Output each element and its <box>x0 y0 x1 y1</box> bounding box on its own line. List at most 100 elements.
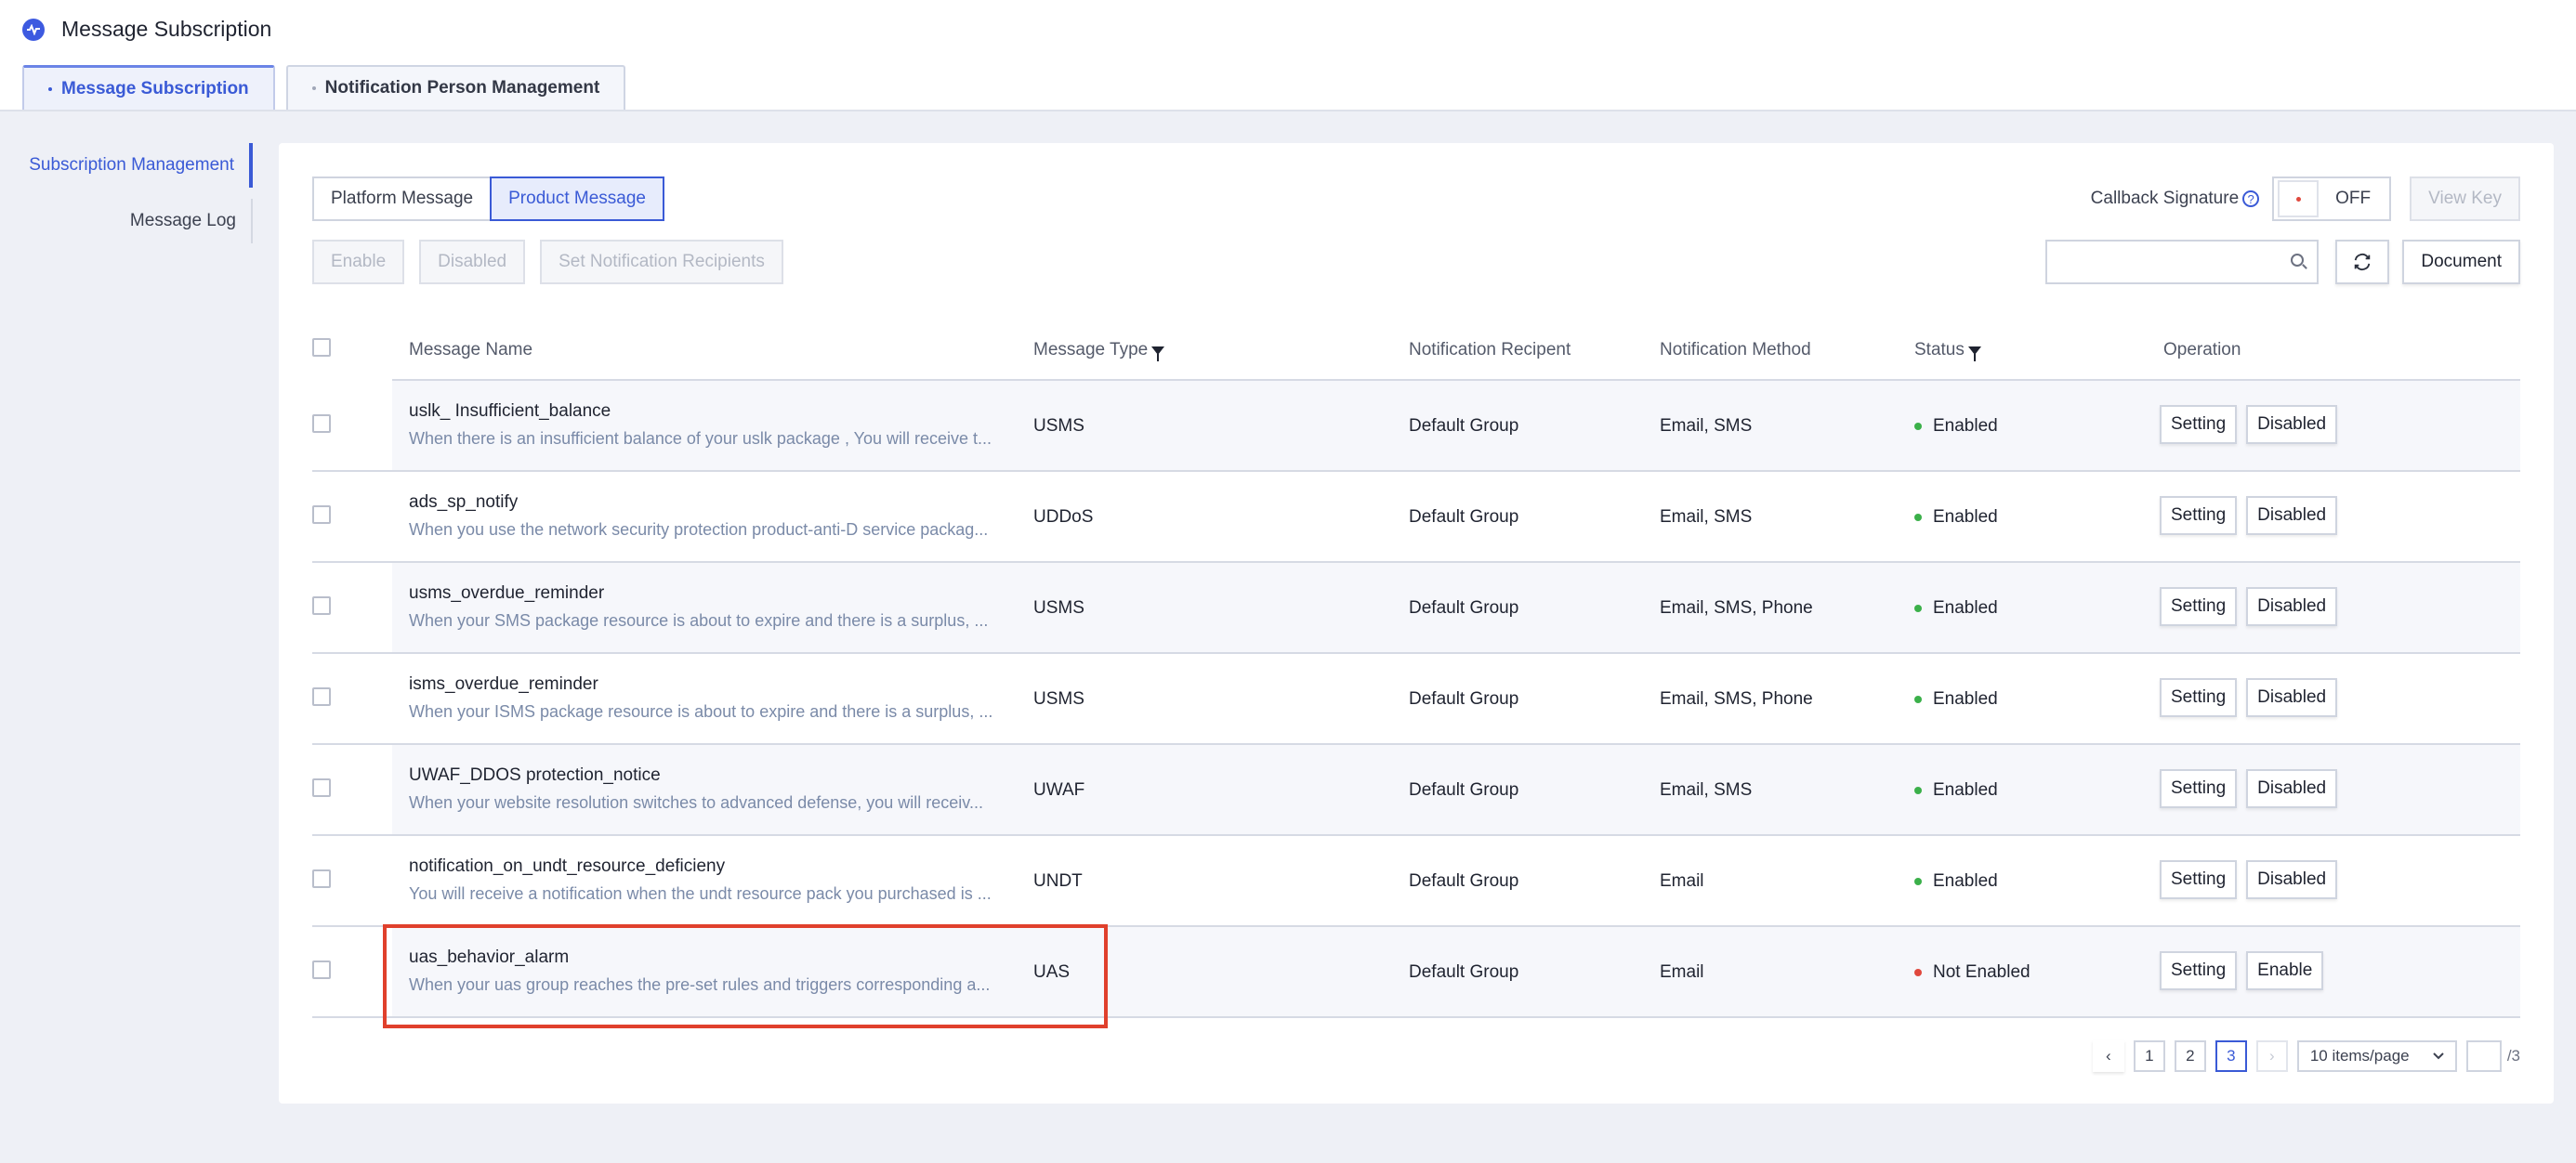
search-input[interactable] <box>2045 240 2320 284</box>
table-tools: Document <box>2045 240 2520 284</box>
setting-button[interactable]: Setting <box>2160 405 2238 444</box>
row-operations: Setting Disabled <box>2160 587 2346 626</box>
message-type: USMS <box>1033 598 1084 618</box>
status-cell: Enabled <box>1914 416 1998 437</box>
sidebar-item-message-log[interactable]: Message Log <box>0 199 253 243</box>
filter-icon[interactable] <box>1151 346 1165 361</box>
status-dot-icon <box>1914 605 1922 612</box>
setting-button[interactable]: Setting <box>2160 860 2238 899</box>
refresh-icon <box>2355 254 2371 270</box>
row-operations: Setting Enable <box>2160 951 2333 990</box>
platform-message-button[interactable]: Platform Message <box>312 176 493 221</box>
table-row: uas_behavior_alarm When your uas group re… <box>312 927 2520 1018</box>
row-checkbox[interactable] <box>312 960 331 979</box>
chevron-down-icon <box>2433 1052 2444 1060</box>
select-all-checkbox[interactable] <box>312 338 331 357</box>
status-dot-icon <box>1914 423 1922 430</box>
setting-button[interactable]: Setting <box>2160 769 2238 808</box>
enable-button[interactable]: Enable <box>2246 951 2324 990</box>
tab-bar: Message Subscription Notification Person… <box>22 65 637 110</box>
page-3-button[interactable]: 3 <box>2215 1040 2247 1072</box>
message-type: UDDoS <box>1033 507 1094 527</box>
message-type: USMS <box>1033 689 1084 709</box>
toggle-knob <box>2278 180 2320 217</box>
status-cell: Enabled <box>1914 598 1998 619</box>
disable-button[interactable]: Disabled <box>2246 587 2338 626</box>
status-label: Enabled <box>1933 780 1998 800</box>
message-name: uas_behavior_alarm <box>409 947 570 967</box>
notification-method: Email, SMS <box>1660 780 1753 800</box>
status-label: Enabled <box>1933 598 1998 618</box>
prev-page-button[interactable]: ‹ <box>2092 1040 2124 1072</box>
app-title: Message Subscription <box>61 17 272 41</box>
column-header-status: Status <box>1914 340 1981 361</box>
notification-method: Email <box>1660 871 1704 891</box>
tab-label: Notification Person Management <box>324 78 600 98</box>
disabled-button[interactable]: Disabled <box>419 240 526 284</box>
message-type: UNDT <box>1033 871 1083 891</box>
message-type: UWAF <box>1033 780 1085 800</box>
table-header: Message Name Message Type Notification R… <box>392 320 2520 381</box>
page-size-label: 10 items/page <box>2309 1047 2410 1065</box>
search-icon[interactable] <box>2291 254 2305 267</box>
notification-recipient: Default Group <box>1409 962 1519 982</box>
table-row: isms_overdue_reminder When your ISMS pack… <box>312 654 2520 745</box>
tab-dot-icon <box>48 86 52 91</box>
status-dot-icon <box>1914 969 1922 976</box>
disable-button[interactable]: Disabled <box>2246 860 2338 899</box>
page-1-button[interactable]: 1 <box>2133 1040 2165 1072</box>
row-checkbox[interactable] <box>312 505 331 524</box>
page-size-select[interactable]: 10 items/page <box>2296 1040 2457 1072</box>
disable-button[interactable]: Disabled <box>2246 405 2338 444</box>
disable-button[interactable]: Disabled <box>2246 769 2338 808</box>
message-description: When you use the network security protec… <box>409 520 989 539</box>
enable-button[interactable]: Enable <box>312 240 405 284</box>
callback-signature-label: Callback Signature <box>2090 189 2240 208</box>
status-label: Enabled <box>1933 416 1998 436</box>
notification-recipient: Default Group <box>1409 689 1519 709</box>
column-header-notification-recipient: Notification Recipent <box>1409 340 1571 359</box>
row-operations: Setting Disabled <box>2160 496 2346 535</box>
status-cell: Enabled <box>1914 689 1998 710</box>
disable-button[interactable]: Disabled <box>2246 496 2338 535</box>
notification-recipient: Default Group <box>1409 780 1519 800</box>
row-checkbox[interactable] <box>312 414 331 433</box>
help-icon[interactable]: ? <box>2242 190 2260 207</box>
page-jump-input[interactable] <box>2465 1040 2502 1072</box>
toggle-state-label: OFF <box>2335 189 2372 208</box>
notification-recipient: Default Group <box>1409 416 1519 436</box>
row-checkbox[interactable] <box>312 778 331 797</box>
product-message-button[interactable]: Product Message <box>490 176 664 221</box>
view-key-button[interactable]: View Key <box>2410 176 2520 221</box>
tab-message-subscription[interactable]: Message Subscription <box>22 65 275 110</box>
next-page-button[interactable]: › <box>2255 1040 2288 1072</box>
row-checkbox[interactable] <box>312 687 331 706</box>
setting-button[interactable]: Setting <box>2160 678 2238 717</box>
pagination: ‹ 1 2 3 › 10 items/page /3 <box>2083 1040 2520 1072</box>
document-button[interactable]: Document <box>2402 240 2520 284</box>
status-cell: Enabled <box>1914 871 1998 892</box>
app-title-row: Message Subscription <box>22 17 271 42</box>
message-table: Message Name Message Type Notification R… <box>312 320 2520 1018</box>
status-cell: Enabled <box>1914 780 1998 801</box>
setting-button[interactable]: Setting <box>2160 587 2238 626</box>
table-row: uslk_ Insufficient_balance When there is … <box>312 381 2520 472</box>
setting-button[interactable]: Setting <box>2160 951 2238 990</box>
notification-method: Email, SMS, Phone <box>1660 689 1813 709</box>
tab-notification-person-management[interactable]: Notification Person Management <box>285 65 626 110</box>
status-cell: Not Enabled <box>1914 962 2031 983</box>
row-checkbox[interactable] <box>312 596 331 615</box>
page-2-button[interactable]: 2 <box>2174 1040 2206 1072</box>
status-cell: Enabled <box>1914 507 1998 528</box>
filter-icon[interactable] <box>1967 346 1981 361</box>
callback-signature-toggle[interactable]: OFF <box>2272 176 2392 221</box>
disable-button[interactable]: Disabled <box>2246 678 2338 717</box>
message-description: When your ISMS package resource is about… <box>409 702 993 721</box>
set-notification-recipients-button[interactable]: Set Notification Recipients <box>540 240 783 284</box>
setting-button[interactable]: Setting <box>2160 496 2238 535</box>
column-header-operation: Operation <box>2163 340 2241 359</box>
row-checkbox[interactable] <box>312 869 331 888</box>
refresh-button[interactable] <box>2335 240 2390 284</box>
sidebar-item-subscription-management[interactable]: Subscription Management <box>0 143 253 188</box>
row-operations: Setting Disabled <box>2160 769 2346 808</box>
